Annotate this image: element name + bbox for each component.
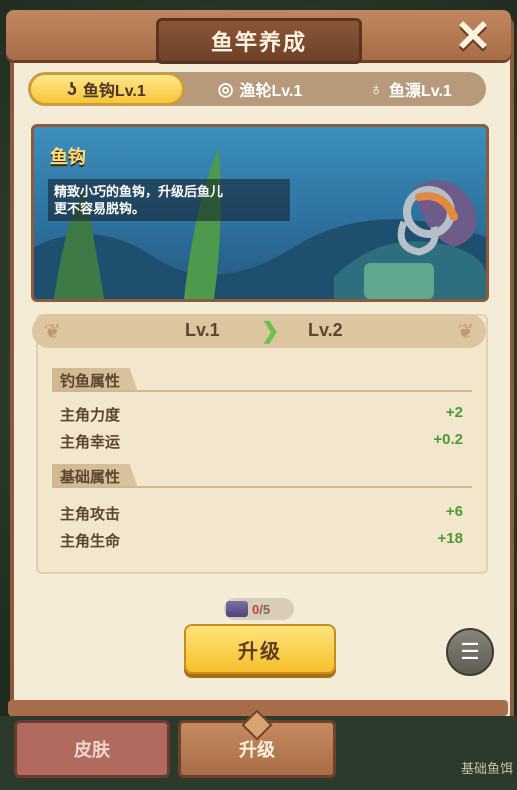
cost-total: /5 [259, 601, 271, 617]
item-banner: 鱼钩 精致小巧的鱼钩，升级后鱼儿 更不容易脱钩。 [31, 124, 489, 302]
stat-value: +6 [445, 503, 463, 520]
arrow-right-icon: ❯ [261, 318, 280, 343]
material-icon [226, 601, 248, 617]
item-description-line1: 精致小巧的鱼钩，升级后鱼儿 [54, 184, 224, 199]
section-fishing-title: 钓鱼属性 [52, 368, 139, 392]
float-icon: ♁ [369, 78, 384, 99]
divider [52, 486, 472, 488]
shell-icon: ❦ [457, 321, 474, 343]
page-title: 鱼竿养成 [156, 18, 362, 64]
stat-label: 主角生命 [60, 533, 121, 550]
tab-float[interactable]: ♁ 鱼漂Lv.1 [335, 72, 486, 106]
stat-value: +2 [445, 404, 463, 421]
stat-value: +0.2 [433, 431, 463, 448]
section-base-title: 基础属性 [52, 464, 139, 488]
stat-label: 主角攻击 [60, 506, 121, 523]
level-bar: ❦ Lv.1 ❯ Lv.2 ❦ [32, 314, 486, 348]
hook-icon: ʖ [66, 78, 77, 99]
level-to: Lv.2 [308, 320, 343, 340]
cost-indicator: 0/5 [224, 598, 294, 620]
corner-label: 基础鱼饵 [460, 761, 513, 776]
item-description: 精致小巧的鱼钩，升级后鱼儿 更不容易脱钩。 [48, 179, 290, 221]
reel-icon: ◎ [217, 78, 234, 99]
tab-bar: ʖ 鱼钩Lv.1 ◎ 渔轮Lv.1 ♁ 鱼漂Lv.1 [28, 72, 486, 106]
tab-float-label: 鱼漂Lv.1 [389, 83, 452, 100]
divider [52, 390, 472, 392]
tab-reel[interactable]: ◎ 渔轮Lv.1 [185, 72, 336, 106]
item-description-line2: 更不容易脱钩。 [54, 201, 146, 216]
level-from: Lv.1 [185, 320, 220, 340]
tab-reel-label: 渔轮Lv.1 [239, 83, 303, 100]
item-name: 鱼钩 [50, 147, 86, 167]
tab-hook-label: 鱼钩Lv.1 [82, 83, 146, 100]
stat-label: 主角力度 [60, 407, 121, 424]
list-icon[interactable]: ☰ [446, 628, 494, 676]
close-icon[interactable]: ✕ [450, 14, 496, 60]
tab-hook[interactable]: ʖ 鱼钩Lv.1 [29, 73, 184, 105]
upgrade-button[interactable]: 升级 [184, 624, 336, 674]
bottom-tab-skin[interactable]: 皮肤 [14, 720, 170, 778]
shell-icon: ❦ [44, 321, 61, 343]
stat-value: +18 [437, 530, 463, 547]
stat-label: 主角幸运 [60, 434, 121, 451]
